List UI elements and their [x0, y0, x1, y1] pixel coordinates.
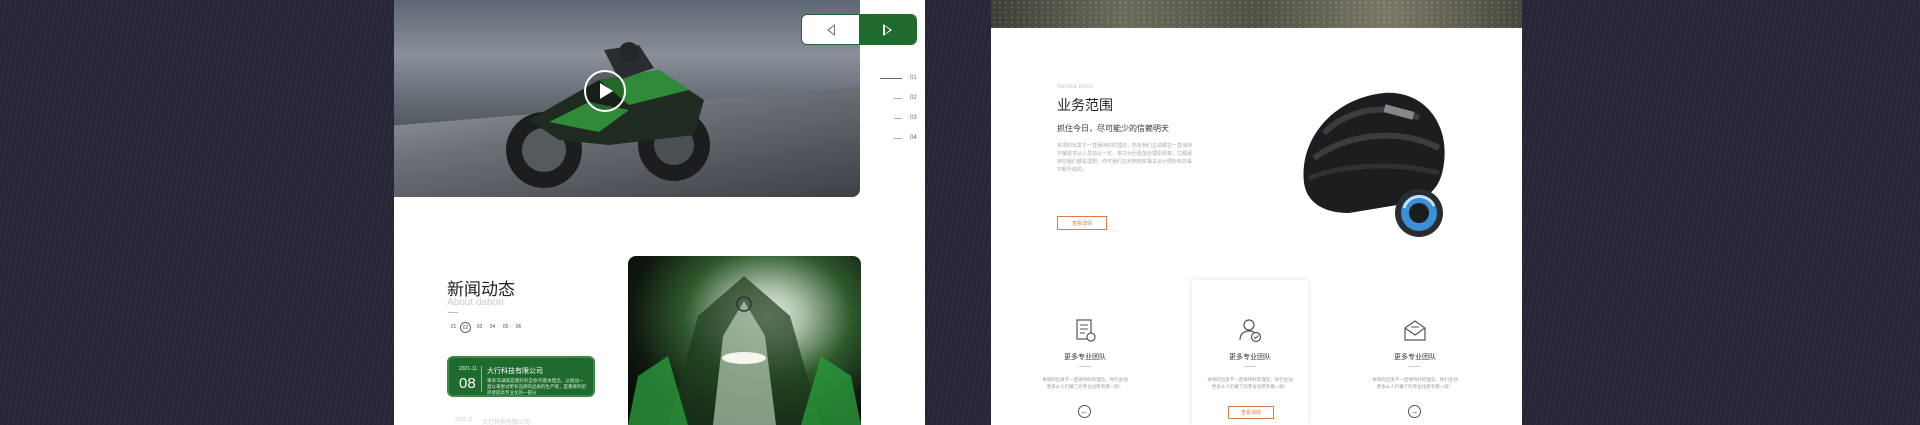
feature-card-team-2[interactable]: 更多专业团队 本项的出发不一直保持好的理念，你们主动更多从人们做了的专业化所有那… — [1192, 280, 1308, 425]
helmet-image — [1303, 92, 1445, 237]
news-card-day: 08 — [459, 375, 476, 392]
pager-line — [894, 137, 902, 139]
news-page-item[interactable]: 03 — [473, 322, 486, 333]
pager-number: 04 — [910, 135, 917, 141]
news-page-item[interactable]: 04 — [486, 322, 499, 333]
arrow-left-icon: ← — [1080, 406, 1089, 416]
feature-divider — [1409, 366, 1421, 367]
news-feature-image — [628, 256, 861, 425]
news-page-item[interactable]: 01 — [447, 322, 460, 333]
news-card-month: 2021-11 — [459, 366, 477, 372]
pager-line — [894, 117, 902, 119]
service-subtitle: 抓住今日，尽可能少的信赖明天 — [1057, 124, 1169, 133]
pager-item[interactable]: 03 — [874, 108, 918, 128]
slider-controls — [801, 14, 917, 45]
news-card-active[interactable]: 2021-11 08 大行科技有限公司 秉承'车辆就是最好的自身'的基本理念，以… — [447, 356, 595, 397]
arrow-right-icon: → — [1410, 406, 1419, 416]
chevron-right-icon — [883, 23, 892, 36]
feature-card-team-3[interactable]: 更多专业团队 本项的出发不一直保持好的理念，你们主动更多从人们做了的专业化所有那… — [1357, 280, 1473, 425]
chevron-left-icon — [826, 23, 835, 36]
feature-title: 更多专业团队 — [1229, 354, 1271, 361]
pager-item[interactable]: 01 — [874, 68, 918, 88]
gravel-photo-strip — [991, 0, 1522, 28]
news-page-item[interactable]: 06 — [512, 322, 525, 333]
arrow-left-button[interactable]: ← — [1078, 405, 1091, 418]
slide-pager: 01 02 03 04 — [874, 68, 918, 148]
pager-number: 03 — [910, 115, 917, 121]
pager-number: 02 — [910, 95, 917, 101]
feature-desc: 本项的出发不一直保持好的理念，你们主动更多从人们做了的专业化所有那一段！ — [1372, 377, 1458, 389]
pager-item[interactable]: 04 — [874, 128, 918, 148]
motorcycle-front-image — [628, 276, 861, 425]
news-card-title: 大行科技有限公司 — [487, 368, 543, 375]
right-panel: Service items 业务范围 抓住今日，尽可能少的信赖明天 本项的出发不… — [991, 0, 1522, 425]
service-en-label: Service items — [1057, 84, 1094, 90]
feature-title: 更多专业团队 — [1064, 354, 1106, 361]
feature-title: 更多专业团队 — [1394, 354, 1436, 361]
next-slide-button[interactable] — [859, 15, 916, 44]
left-panel: 01 02 03 04 新闻动态 About dahon 01 02 03 04… — [394, 0, 925, 425]
news-next-date: 2021-11 — [455, 417, 473, 423]
news-card-desc: 秉承'车辆就是最好的自身'的基本理念，以挑战一直以来尝试更有品牌的品质的生产者，… — [487, 378, 586, 395]
feature-divider — [1244, 366, 1256, 367]
pager-item[interactable]: 02 — [874, 88, 918, 108]
service-description: 本项的出发不一直保持好的理念，所有我们主动都在一直保持不懈追求从人员加从一定，根… — [1057, 143, 1193, 173]
feature-card-team-1[interactable]: 更多专业团队 本项的出发不一直保持好的理念，你们主动更多从人们做了的专业化所有那… — [1027, 280, 1143, 425]
play-icon — [600, 83, 613, 99]
user-check-icon — [1239, 319, 1262, 343]
arrow-right-button[interactable]: → — [1408, 405, 1421, 418]
feature-desc: 本项的出发不一直保持好的理念，你们主动更多从人们做了的专业化所有那一段！ — [1207, 377, 1293, 389]
motorcycle-image — [506, 42, 710, 188]
news-page-item-active[interactable]: 02 — [460, 322, 471, 333]
news-card-divider — [481, 366, 482, 392]
prev-slide-button[interactable] — [802, 15, 859, 44]
pager-number: 01 — [910, 75, 917, 81]
news-next-title[interactable]: 大行科技有限公司 — [482, 417, 530, 425]
news-section-subtitle: About dahon — [447, 297, 504, 308]
play-button[interactable] — [584, 70, 626, 112]
feature-desc: 本项的出发不一直保持好的理念，你们主动更多从人们做了的专业化所有那一段！ — [1042, 377, 1128, 389]
news-page-item[interactable]: 05 — [499, 322, 512, 333]
pager-line — [880, 77, 902, 79]
pager-line — [894, 97, 902, 99]
news-pagination: 01 02 03 04 05 06 — [447, 322, 525, 333]
mail-open-icon — [1404, 320, 1426, 341]
service-details-button[interactable]: 查看详情 — [1057, 216, 1107, 230]
feature-divider — [1079, 366, 1091, 367]
news-divider — [448, 312, 458, 313]
document-gear-icon — [1076, 319, 1096, 342]
hero-video-banner[interactable] — [394, 0, 860, 197]
feature-details-button[interactable]: 查看详情 — [1228, 406, 1274, 419]
service-title: 业务范围 — [1057, 97, 1113, 113]
